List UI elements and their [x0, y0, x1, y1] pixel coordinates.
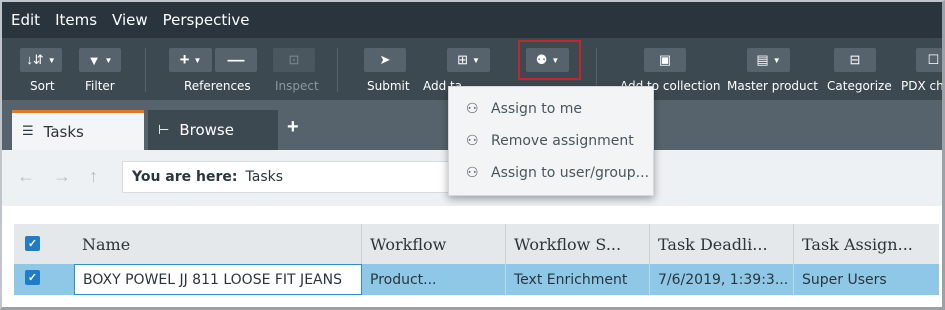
remove-reference-button[interactable]: —: [215, 48, 257, 72]
filter-icon: ▼: [87, 52, 101, 68]
master-product-icon: ▤: [756, 52, 769, 67]
menu-item-label: Assign to me: [491, 101, 583, 117]
workflow-icon: ⊞: [457, 52, 468, 67]
sort-icon: ↓⇵: [26, 52, 44, 67]
assign-dropdown-menu: ⚇ Assign to me ⚇ Remove assignment ⚇ Ass…: [448, 86, 654, 196]
breadcrumb-label: You are here:: [132, 169, 238, 185]
tab-browse[interactable]: ⊢ Browse: [148, 110, 278, 150]
toolbar-divider: [145, 48, 146, 92]
menu-edit[interactable]: Edit: [11, 11, 40, 29]
submit-label: Submit: [367, 79, 410, 93]
chevron-down-icon: ▼: [47, 55, 56, 65]
user-group-icon: ⚇: [466, 165, 479, 181]
send-icon: ➤: [379, 52, 391, 67]
plus-icon: +: [179, 50, 190, 69]
filter-button[interactable]: ▼ ▼: [79, 48, 121, 72]
menu-bar: Edit Items View Perspective: [2, 2, 942, 38]
menu-item-label: Remove assignment: [491, 133, 634, 149]
add-tab-button[interactable]: +: [287, 116, 299, 139]
cell-workflow-state: Text Enrichment: [506, 264, 650, 295]
add-task-button[interactable]: ⊞ ▼: [447, 48, 490, 72]
inspect-button[interactable]: ⊡: [273, 48, 315, 72]
tab-browse-label: Browse: [179, 121, 234, 139]
menu-item-label: Assign to user/group...: [491, 165, 650, 181]
sort-button[interactable]: ↓⇵ ▼: [20, 48, 62, 72]
column-header-workflow-state[interactable]: Workflow S...: [506, 224, 650, 264]
column-header-task-deadline[interactable]: Task Deadli...: [650, 224, 794, 264]
categorize-button[interactable]: ⊟: [834, 48, 876, 72]
tab-tasks[interactable]: ☰ Tasks: [12, 110, 144, 150]
user-remove-icon: ⚇: [466, 133, 479, 149]
assign-button-highlight: [518, 40, 581, 80]
breadcrumb: You are here: Tasks: [122, 161, 452, 193]
row-checkbox[interactable]: ✓: [25, 270, 40, 285]
back-arrow-icon[interactable]: ←: [17, 166, 35, 187]
chevron-down-icon: ▼: [193, 55, 202, 65]
sort-label: Sort: [30, 79, 55, 93]
chevron-down-icon: ▼: [104, 55, 113, 65]
categorize-icon: ⊟: [849, 52, 861, 67]
tree-icon: ⊢: [158, 122, 170, 138]
filter-label: Filter: [85, 79, 115, 93]
categorize-label: Categorize: [827, 79, 892, 93]
menu-item-assign-to-user-group[interactable]: ⚇ Assign to user/group...: [449, 159, 655, 187]
cell-workflow: Product...: [362, 264, 506, 295]
cell-task-deadline: 7/6/2019, 1:39:3...: [650, 264, 794, 295]
submit-button[interactable]: ➤: [364, 48, 406, 72]
menu-perspective[interactable]: Perspective: [163, 11, 250, 29]
menu-view[interactable]: View: [112, 11, 148, 29]
minus-icon: —: [227, 50, 245, 69]
tab-tasks-label: Tasks: [43, 122, 84, 141]
cell-task-assignee: Super Users: [802, 271, 887, 288]
select-all-checkbox[interactable]: ✓: [25, 236, 40, 251]
tasks-icon: ☰: [22, 124, 34, 139]
cell-name[interactable]: BOXY POWEL JJ 811 LOOSE FIT JEANS: [74, 264, 362, 295]
menu-items[interactable]: Items: [55, 11, 97, 29]
collection-icon: ▣: [658, 52, 672, 67]
app-window: Edit Items View Perspective ↓⇵ ▼ Sort ▼ ▼ …: [0, 0, 945, 310]
pdx-icon: ☐: [927, 52, 940, 67]
references-label: References: [184, 79, 251, 93]
pdx-channel-label: PDX cha: [901, 79, 944, 93]
toolbar-divider: [337, 48, 338, 92]
pdx-channel-button[interactable]: ☐: [916, 48, 942, 72]
forward-arrow-icon[interactable]: →: [53, 166, 71, 187]
inspect-icon: ⊡: [288, 52, 300, 67]
master-product-label: Master product: [727, 79, 818, 93]
inspect-label: Inspect: [275, 79, 319, 93]
user-check-icon: ⚇: [466, 101, 479, 117]
column-header-task-assignee[interactable]: Task Assign...: [794, 224, 939, 264]
breadcrumb-value[interactable]: Tasks: [246, 169, 284, 185]
menu-item-remove-assignment[interactable]: ⚇ Remove assignment: [449, 127, 655, 155]
master-product-button[interactable]: ▤ ▼: [747, 48, 790, 72]
add-to-collection-button[interactable]: ▣: [644, 48, 686, 72]
chevron-down-icon: ▼: [772, 55, 781, 65]
chevron-down-icon: ▼: [471, 55, 480, 65]
menu-item-assign-to-me[interactable]: ⚇ Assign to me: [449, 95, 655, 123]
column-header-name[interactable]: Name: [74, 224, 362, 264]
add-reference-button[interactable]: + ▼: [169, 48, 212, 72]
column-header-workflow[interactable]: Workflow: [362, 224, 506, 264]
up-arrow-icon[interactable]: ↑: [89, 166, 98, 187]
